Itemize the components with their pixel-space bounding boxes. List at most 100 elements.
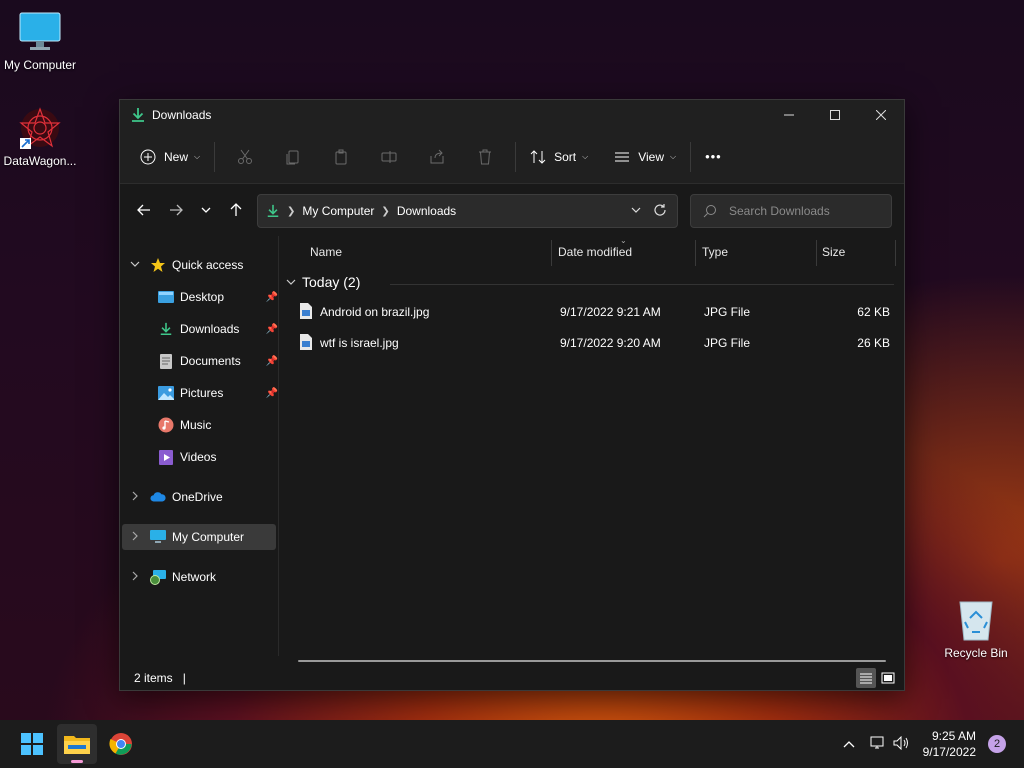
file-date: 9/17/2022 9:21 AM [560,305,661,319]
column-divider[interactable] [551,240,552,266]
delete-icon[interactable] [461,140,509,174]
sidebar-item-quick-access[interactable]: Quick access [130,252,243,278]
horizontal-scrollbar[interactable] [298,660,886,662]
chevron-right-icon[interactable] [130,530,144,544]
forward-button[interactable] [160,194,192,226]
show-hidden-icons-chevron[interactable] [843,737,855,751]
column-header-type[interactable]: Type [702,236,812,268]
navigation-pane: Quick access Desktop 📌 Downloads 📌 Docum… [120,236,278,656]
file-name: Android on brazil.jpg [320,305,430,319]
new-button[interactable]: New ⌵ [132,140,208,174]
desktop-icon-datawagon[interactable]: DataWagon... [0,106,80,168]
file-row[interactable]: wtf is israel.jpg 9/17/2022 9:20 AM JPG … [298,329,898,357]
chevron-down-icon [286,279,296,285]
sort-indicator-icon: ⌄ [620,236,627,245]
clock[interactable]: 9:25 AM 9/17/2022 [923,728,976,760]
pin-icon: 📌 [265,387,278,399]
address-bar[interactable]: ❯ My Computer ❯ Downloads [257,194,678,228]
view-label: View [638,149,664,164]
file-name: wtf is israel.jpg [320,336,399,350]
download-icon [132,108,144,122]
more-options-button[interactable]: ••• [697,140,730,174]
cut-icon[interactable] [221,140,269,174]
sidebar-item-downloads[interactable]: Downloads 📌 [158,316,278,342]
chevron-down-icon: ⌵ [194,151,201,161]
toolbar-divider [214,141,216,172]
paste-icon[interactable] [317,140,365,174]
network-status-icon[interactable] [869,736,885,753]
plus-circle-icon [140,149,156,164]
sidebar-item-pictures[interactable]: Pictures 📌 [158,380,278,406]
details-view-icon[interactable] [856,668,876,688]
sidebar-item-music[interactable]: Music [158,412,274,438]
maximize-button[interactable] [812,100,858,130]
taskbar-chrome[interactable] [101,724,141,764]
breadcrumb-chevron-icon: ❯ [287,205,296,217]
column-header-size[interactable]: Size [822,236,892,268]
chevron-down-icon: ⌵ [669,151,677,161]
desktop-icon-recycle-bin[interactable]: Recycle Bin [936,598,1016,660]
sidebar-item-label: Videos [180,450,217,464]
sidebar-item-documents[interactable]: Documents 📌 [158,348,278,374]
breadcrumb-my-computer[interactable]: My Computer [302,204,374,218]
column-divider[interactable] [695,240,696,266]
rename-icon[interactable] [365,140,413,174]
sidebar-item-my-computer[interactable]: My Computer [130,524,244,550]
file-size: 26 KB [857,336,890,350]
taskbar: 9:25 AM 9/17/2022 2 [0,720,1024,768]
column-divider[interactable] [816,240,817,266]
sidebar-item-network[interactable]: Network [130,564,216,590]
monitor-icon [18,10,62,54]
taskbar-file-explorer[interactable] [57,724,97,764]
sidebar-item-desktop[interactable]: Desktop 📌 [158,284,278,310]
address-dropdown-icon[interactable] [631,204,641,218]
group-divider [390,284,894,285]
column-header-name[interactable]: Name [310,236,550,268]
file-row[interactable]: Android on brazil.jpg 9/17/2022 9:21 AM … [298,298,898,326]
desktop-folder-icon [158,289,174,305]
sidebar-item-label: Documents [180,354,241,368]
view-button[interactable]: View ⌵ [606,140,684,174]
status-separator: | [182,671,186,685]
star-icon [150,257,166,273]
minimize-button[interactable] [766,100,812,130]
search-input[interactable]: Search Downloads [690,194,892,228]
sort-button[interactable]: Sort ⌵ [522,140,596,174]
breadcrumb-downloads[interactable]: Downloads [397,204,456,218]
group-label: Today (2) [302,274,361,290]
datawagon-logo-icon [18,106,62,150]
tiles-view-icon[interactable] [878,668,898,688]
title-bar[interactable]: Downloads [120,100,904,130]
sidebar-item-onedrive[interactable]: OneDrive [130,484,223,510]
copy-icon[interactable] [269,140,317,174]
sidebar-item-label: Network [172,570,217,584]
sidebar-item-label: Downloads [180,322,240,336]
recent-locations-button[interactable] [192,194,220,226]
column-header-label: Date modified [558,245,633,259]
start-button[interactable] [12,724,52,764]
desktop-icon-my-computer[interactable]: My Computer [0,10,80,72]
file-size: 62 KB [857,305,890,319]
chevron-right-icon[interactable] [130,490,144,504]
share-icon[interactable] [413,140,461,174]
chevron-down-icon[interactable] [130,258,144,272]
group-header-today[interactable]: Today (2) [286,274,360,290]
column-divider[interactable] [895,240,896,266]
chevron-right-icon[interactable] [130,570,144,584]
volume-icon[interactable] [893,735,911,753]
sidebar-item-label: Quick access [172,258,244,272]
sidebar-item-label: Desktop [180,290,225,304]
monitor-icon [150,529,166,545]
close-button[interactable] [858,100,904,130]
pictures-icon [158,385,174,401]
image-file-icon [300,303,312,322]
sidebar-item-label: Music [180,418,212,432]
sidebar-item-videos[interactable]: Videos [158,444,274,470]
pane-divider[interactable] [278,236,279,656]
back-button[interactable] [128,194,160,226]
up-button[interactable] [220,194,252,226]
notification-badge[interactable]: 2 [988,735,1006,753]
refresh-icon[interactable] [653,203,667,220]
desktop-icon-label: Recycle Bin [944,646,1008,660]
file-explorer-window: Downloads New ⌵ Sort ⌵ View ⌵ ••• ❯ My C… [119,99,905,691]
